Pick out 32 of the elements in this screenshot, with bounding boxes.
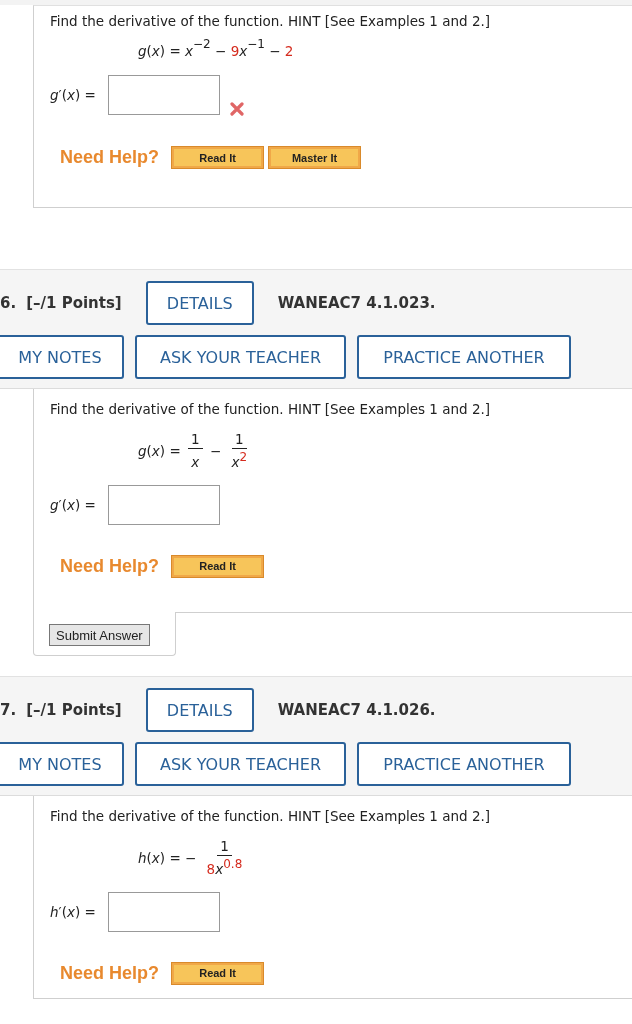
submit-answer-button[interactable]: Submit Answer — [49, 624, 150, 646]
points-label: [–/1 Points] — [26, 701, 122, 719]
action-button[interactable]: PRACTICE ANOTHER — [357, 742, 571, 786]
problem-code: WANEAC7 4.1.026. — [277, 701, 436, 719]
problem-code: WANEAC7 4.1.023. — [277, 294, 436, 312]
help-button[interactable]: Read It — [171, 146, 265, 169]
equation: h(x) = − 1 8x$^{0.8}$ — [138, 838, 244, 878]
question-prompt: Find the derivative of the function. HINT [See Examples 1 and 2.] — [50, 808, 492, 824]
question-prompt: Find the derivative of the function. HINT [See Examples 1 and 2.] — [50, 401, 492, 417]
details-button[interactable]: DETAILS — [145, 281, 254, 325]
need-help-label: Need Help? — [60, 962, 160, 984]
need-help-label: Need Help? — [60, 147, 160, 168]
question-number: 6. — [0, 294, 17, 312]
answer-label: h′(x) = — [50, 903, 97, 920]
answer-field[interactable] — [108, 484, 220, 525]
action-button[interactable]: MY NOTES — [0, 742, 124, 786]
help-button[interactable]: Read It — [171, 554, 265, 578]
points-label: [–/1 Points] — [26, 294, 122, 312]
answer-label: g′(x) = — [50, 496, 97, 513]
action-button[interactable]: MY NOTES — [0, 335, 124, 379]
action-button[interactable]: ASK YOUR TEACHER — [135, 742, 346, 786]
need-help-label: Need Help? — [60, 555, 160, 577]
question-number: 7. — [0, 701, 17, 719]
answer-field[interactable] — [108, 75, 220, 115]
help-button[interactable]: Read It — [171, 961, 265, 985]
question-prompt: Find the derivative of the function. HINT [See Examples 1 and 2.] — [50, 13, 492, 29]
action-button[interactable]: ASK YOUR TEACHER — [135, 335, 346, 379]
answer-field[interactable] — [108, 891, 220, 932]
details-button[interactable]: DETAILS — [145, 688, 254, 732]
help-button[interactable]: Master It — [268, 146, 362, 169]
answer-label: g′(x) = — [50, 87, 97, 103]
action-button[interactable]: PRACTICE ANOTHER — [357, 335, 571, 379]
